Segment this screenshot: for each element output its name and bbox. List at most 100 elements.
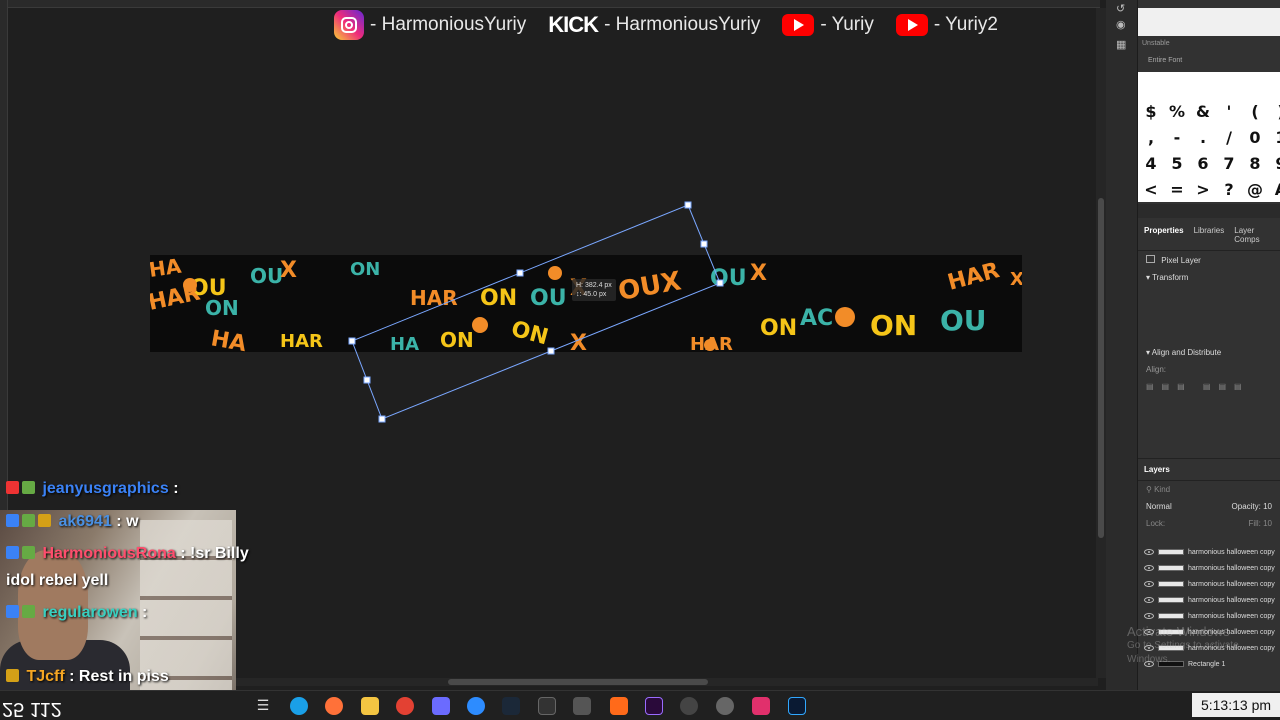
align-distribute-section[interactable]: ▾ Align and Distribute bbox=[1138, 344, 1280, 361]
align-distribute-label: Align and Distribute bbox=[1151, 348, 1222, 357]
layer-row[interactable]: harmonious halloween copy bbox=[1144, 576, 1280, 592]
glyph-cell[interactable]: 0 bbox=[1242, 124, 1268, 150]
layer-row[interactable]: harmonious halloween copy bbox=[1144, 592, 1280, 608]
watermark-line-2: Go to Settings to activate Windows. bbox=[1127, 640, 1239, 665]
layer-row[interactable]: harmonious halloween copy bbox=[1144, 544, 1280, 560]
visibility-eye-icon[interactable] bbox=[1144, 581, 1154, 587]
glyph-cell[interactable]: A bbox=[1268, 176, 1280, 202]
glyph-cell[interactable]: 1 bbox=[1268, 124, 1280, 150]
edge-icon[interactable] bbox=[290, 697, 308, 715]
fill-field[interactable]: Fill: 10 bbox=[1248, 519, 1272, 528]
font-style-select[interactable]: Unstable bbox=[1138, 38, 1280, 52]
glyph-cell[interactable]: $ bbox=[1138, 98, 1164, 124]
tab-layer-comps[interactable]: Layer Comps bbox=[1234, 226, 1274, 244]
youtube-handle-2: - Yuriy2 bbox=[895, 14, 998, 36]
glyph-cell[interactable]: 5 bbox=[1164, 150, 1190, 176]
layer-row[interactable]: harmonious halloween copy bbox=[1144, 608, 1280, 624]
app-icon[interactable] bbox=[467, 697, 485, 715]
font-style-value: Unstable bbox=[1142, 40, 1170, 47]
glyph-cell[interactable]: < bbox=[1138, 176, 1164, 202]
app-icon[interactable] bbox=[432, 697, 450, 715]
visibility-eye-icon[interactable] bbox=[1144, 597, 1154, 603]
file-explorer-icon[interactable] bbox=[361, 697, 379, 715]
swatches-icon[interactable]: ▦ bbox=[1116, 38, 1126, 51]
app-icon[interactable] bbox=[573, 697, 591, 715]
glyph-size-slider[interactable] bbox=[1138, 204, 1280, 218]
tab-libraries[interactable]: Libraries bbox=[1194, 226, 1225, 244]
steam-icon[interactable] bbox=[502, 697, 520, 715]
chat-badge-icon bbox=[6, 481, 19, 494]
transform-measure-tooltip: H: 382.4 px ↕: 45.0 px bbox=[572, 279, 616, 301]
opacity-field[interactable]: Opacity: 10 bbox=[1232, 502, 1272, 511]
glyph-cell[interactable]: = bbox=[1164, 176, 1190, 202]
glyph-cell[interactable]: 4 bbox=[1138, 150, 1164, 176]
top-ruler[interactable] bbox=[0, 0, 1100, 8]
glyphs-panel-grid[interactable]: $ % & ' ( ) , - . / 0 1 4 5 6 7 8 9 < = … bbox=[1138, 98, 1280, 202]
glyph-cell[interactable]: % bbox=[1164, 98, 1190, 124]
app-icon[interactable] bbox=[752, 697, 770, 715]
firefox-icon[interactable] bbox=[325, 697, 343, 715]
glyph-cell[interactable]: / bbox=[1216, 124, 1242, 150]
glyph-filter-select[interactable]: Entire Font bbox=[1138, 56, 1280, 68]
align-buttons[interactable]: ▤▤▤ ▤▤▤ bbox=[1138, 378, 1280, 395]
glyph-cell[interactable]: ( bbox=[1242, 98, 1268, 124]
history-icon[interactable]: ↺ bbox=[1116, 2, 1125, 15]
halloween-banner-artwork[interactable]: HA OU HAR ON OU X HA HAR ON HAR ON OU X … bbox=[150, 255, 1022, 352]
glyph-cell[interactable]: 9 bbox=[1268, 150, 1280, 176]
layer-kind-filter[interactable]: ⚲ Kind bbox=[1138, 481, 1280, 498]
youtube-icon bbox=[895, 14, 928, 36]
epic-games-icon[interactable] bbox=[538, 697, 556, 715]
glyph-cell[interactable]: & bbox=[1190, 98, 1216, 124]
glyph-cell[interactable]: > bbox=[1190, 176, 1216, 202]
obs-icon[interactable] bbox=[680, 697, 698, 715]
mirrored-counter-text: 25 112 bbox=[2, 698, 62, 720]
premiere-icon[interactable] bbox=[645, 697, 663, 715]
visibility-eye-icon[interactable] bbox=[1144, 565, 1154, 571]
tab-properties[interactable]: Properties bbox=[1144, 226, 1184, 244]
align-label: Align: bbox=[1146, 365, 1167, 374]
chrome-icon[interactable] bbox=[396, 697, 414, 715]
tab-layers[interactable]: Layers bbox=[1144, 465, 1170, 474]
photoshop-icon[interactable] bbox=[788, 697, 806, 715]
character-panel-swatches[interactable] bbox=[1138, 8, 1280, 36]
visibility-eye-icon[interactable] bbox=[1144, 549, 1154, 555]
glyph-cell[interactable]: 8 bbox=[1242, 150, 1268, 176]
svg-text:HAR: HAR bbox=[280, 331, 323, 352]
svg-text:X: X bbox=[570, 331, 587, 352]
instagram-handle: - HarmoniousYuriy bbox=[334, 10, 526, 40]
properties-panel: Properties Libraries Layer Comps Pixel L… bbox=[1138, 220, 1280, 395]
glyph-cell[interactable]: ) bbox=[1268, 98, 1280, 124]
chat-text: : w bbox=[116, 513, 139, 530]
chat-badge-icon bbox=[6, 546, 19, 559]
glyph-cell[interactable]: . bbox=[1190, 124, 1216, 150]
app-icon[interactable] bbox=[716, 697, 734, 715]
glyph-cell[interactable]: - bbox=[1164, 124, 1190, 150]
svg-text:AC: AC bbox=[800, 306, 833, 331]
vertical-scroll-thumb[interactable] bbox=[1098, 198, 1104, 538]
glyph-cell[interactable]: ? bbox=[1216, 176, 1242, 202]
horizontal-scroll-thumb[interactable] bbox=[448, 679, 708, 685]
visibility-eye-icon[interactable] bbox=[1144, 613, 1154, 619]
properties-tabs: Properties Libraries Layer Comps bbox=[1138, 220, 1280, 251]
svg-text:ON: ON bbox=[870, 309, 917, 342]
chat-badge-icon bbox=[6, 514, 19, 527]
glyph-cell[interactable]: , bbox=[1138, 124, 1164, 150]
chat-message: TJcff : Rest in piss bbox=[6, 668, 169, 686]
layer-row[interactable]: harmonious halloween copy bbox=[1144, 560, 1280, 576]
color-icon[interactable]: ◉ bbox=[1116, 18, 1126, 31]
chat-message: regularowen : bbox=[6, 604, 147, 622]
glyph-cell[interactable]: ' bbox=[1216, 98, 1242, 124]
glyph-cell[interactable]: 6 bbox=[1190, 150, 1216, 176]
glyph-cell[interactable]: @ bbox=[1242, 176, 1268, 202]
task-view-icon[interactable]: ☰ bbox=[254, 697, 272, 715]
chat-text: idol rebel yell bbox=[6, 572, 109, 589]
vertical-scrollbar[interactable] bbox=[1096, 8, 1106, 678]
transform-section[interactable]: ▾ Transform bbox=[1138, 269, 1280, 286]
glyph-cell[interactable]: 7 bbox=[1216, 150, 1242, 176]
transform-fields[interactable] bbox=[1138, 286, 1280, 344]
layer-name: harmonious halloween copy bbox=[1188, 612, 1275, 620]
app-icon[interactable] bbox=[610, 697, 628, 715]
stream-chat-overlay: jeanyusgraphics : ak6941 : w HarmoniousR… bbox=[0, 480, 300, 690]
blend-mode-select[interactable]: Normal bbox=[1146, 502, 1172, 511]
clock[interactable]: 5:13:13 pm bbox=[1192, 693, 1280, 717]
